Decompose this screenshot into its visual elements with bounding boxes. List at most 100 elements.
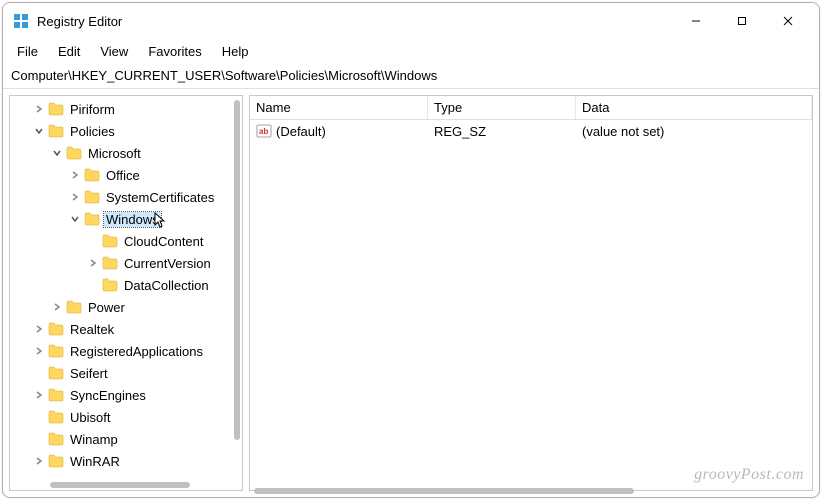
chevron-down-icon[interactable] [32,124,46,138]
values-header: Name Type Data [250,96,812,120]
tree-node[interactable]: Ubisoft [10,406,242,428]
tree-node[interactable]: CurrentVersion [10,252,242,274]
tree-node-label: Ubisoft [68,410,112,425]
tree-node[interactable]: Policies [10,120,242,142]
column-name[interactable]: Name [250,96,428,119]
tree-node[interactable]: Microsoft [10,142,242,164]
titlebar: Registry Editor [3,3,819,39]
svg-text:ab: ab [259,127,268,136]
folder-icon [84,212,100,226]
tree-node-label: Microsoft [86,146,143,161]
folder-icon [48,366,64,380]
menu-view[interactable]: View [90,42,138,61]
chevron-right-icon[interactable] [32,344,46,358]
tree-node[interactable]: Windows [10,208,242,230]
expander-none [32,366,46,380]
tree-node-label: Office [104,168,142,183]
chevron-right-icon[interactable] [32,322,46,336]
chevron-right-icon[interactable] [50,300,64,314]
column-data[interactable]: Data [576,96,812,119]
tree-node-label: Realtek [68,322,116,337]
menubar: File Edit View Favorites Help [3,39,819,63]
tree-node-label: CurrentVersion [122,256,213,271]
tree-node-label: RegisteredApplications [68,344,205,359]
value-data: (value not set) [576,124,812,139]
tree-node-label: Policies [68,124,117,139]
tree-node-label: Windows [104,212,161,227]
registry-editor-window: Registry Editor File Edit View Favorites… [2,2,820,498]
address-bar[interactable]: Computer\HKEY_CURRENT_USER\Software\Poli… [3,63,819,89]
string-value-icon: ab [256,123,272,139]
value-name: (Default) [276,124,326,139]
expander-none [86,278,100,292]
tree-node-label: WinRAR [68,454,122,469]
maximize-button[interactable] [719,6,765,36]
minimize-button[interactable] [673,6,719,36]
column-type[interactable]: Type [428,96,576,119]
expander-none [32,410,46,424]
tree-node[interactable]: SystemCertificates [10,186,242,208]
chevron-right-icon[interactable] [32,388,46,402]
tree-node[interactable]: CloudContent [10,230,242,252]
tree-node[interactable]: Office [10,164,242,186]
tree-vertical-scrollbar[interactable] [234,100,240,440]
close-button[interactable] [765,6,811,36]
folder-icon [48,410,64,424]
tree-node[interactable]: Realtek [10,318,242,340]
chevron-right-icon[interactable] [68,190,82,204]
tree-node-label: DataCollection [122,278,211,293]
chevron-right-icon[interactable] [68,168,82,182]
folder-icon [48,432,64,446]
regedit-icon [13,13,29,29]
folder-icon [102,234,118,248]
window-title: Registry Editor [37,14,122,29]
tree-node[interactable]: Power [10,296,242,318]
tree-horizontal-scrollbar[interactable] [50,482,190,488]
folder-icon [48,454,64,468]
tree-node-label: SystemCertificates [104,190,216,205]
folder-icon [102,256,118,270]
tree-node-label: Winamp [68,432,120,447]
tree-node[interactable]: SyncEngines [10,384,242,406]
content-area: Piriform Policies Microsoft Office SystemCer… [3,89,819,497]
tree-node[interactable]: Winamp [10,428,242,450]
folder-icon [66,300,82,314]
tree-panel: Piriform Policies Microsoft Office SystemCer… [9,95,243,491]
folder-icon [48,124,64,138]
value-row[interactable]: ab (Default) REG_SZ(value not set) [250,120,812,142]
menu-help[interactable]: Help [212,42,259,61]
folder-icon [48,102,64,116]
values-horizontal-scrollbar[interactable] [254,488,634,494]
tree-node-label: Seifert [68,366,110,381]
chevron-down-icon[interactable] [50,146,64,160]
chevron-right-icon[interactable] [32,102,46,116]
folder-icon [84,168,100,182]
tree-node[interactable]: RegisteredApplications [10,340,242,362]
values-list[interactable]: ab (Default) REG_SZ(value not set) [250,120,812,142]
tree-node[interactable]: WinRAR [10,450,242,472]
tree-node-label: Piriform [68,102,117,117]
tree-node-label: Power [86,300,127,315]
value-type: REG_SZ [428,124,576,139]
watermark: groovyPost.com [694,466,804,484]
address-path: Computer\HKEY_CURRENT_USER\Software\Poli… [11,68,437,83]
values-panel: Name Type Data ab (Default) REG_SZ(value n… [249,95,813,491]
folder-icon [48,322,64,336]
folder-icon [66,146,82,160]
tree-node-label: CloudContent [122,234,206,249]
folder-icon [84,190,100,204]
menu-favorites[interactable]: Favorites [138,42,211,61]
tree-node[interactable]: Seifert [10,362,242,384]
chevron-down-icon[interactable] [68,212,82,226]
folder-icon [48,344,64,358]
chevron-right-icon[interactable] [32,454,46,468]
registry-tree[interactable]: Piriform Policies Microsoft Office SystemCer… [10,96,242,490]
menu-file[interactable]: File [7,42,48,61]
menu-edit[interactable]: Edit [48,42,90,61]
tree-node[interactable]: Piriform [10,98,242,120]
chevron-right-icon[interactable] [86,256,100,270]
folder-icon [48,388,64,402]
expander-none [32,432,46,446]
tree-node[interactable]: DataCollection [10,274,242,296]
folder-icon [102,278,118,292]
